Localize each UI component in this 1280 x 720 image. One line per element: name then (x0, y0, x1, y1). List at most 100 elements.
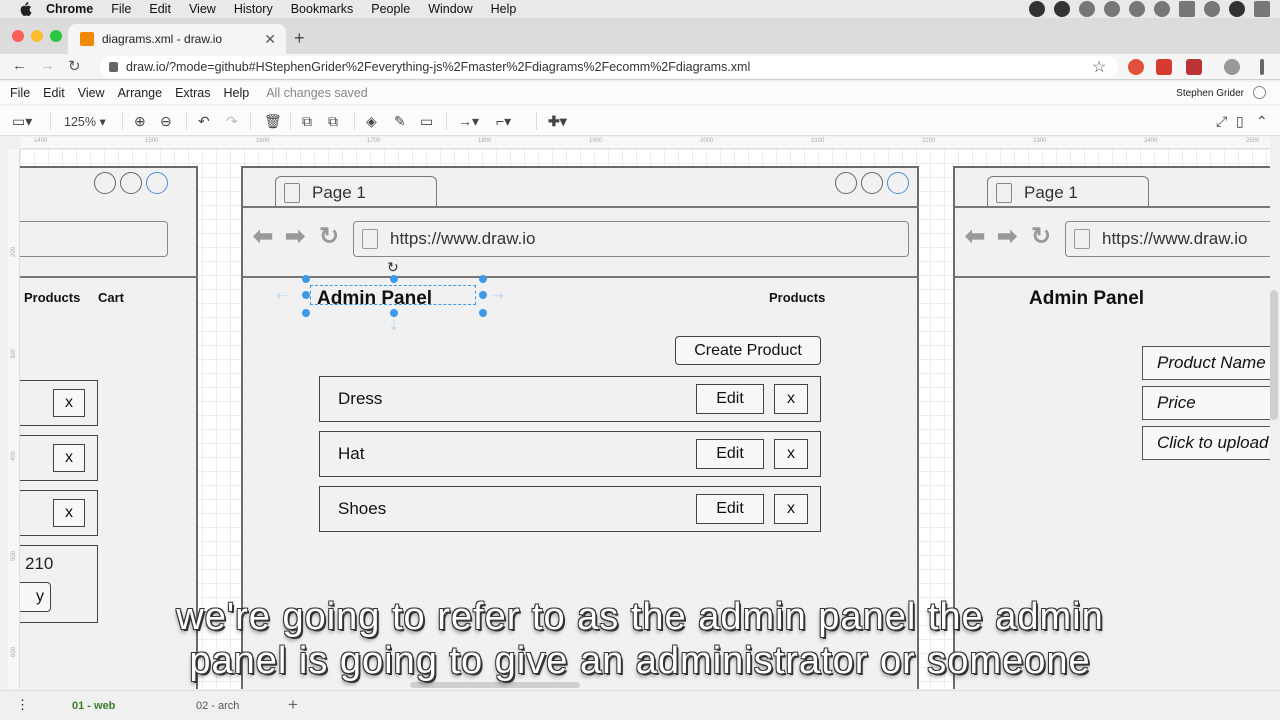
panel-icon[interactable]: ▯ (1236, 113, 1244, 130)
to-front-icon[interactable]: ⧉ (302, 113, 312, 130)
drawio-menu-file[interactable]: File (10, 86, 30, 100)
resize-handle[interactable] (479, 309, 487, 317)
page-tab-web[interactable]: 01 - web (72, 700, 115, 712)
page-tab-arch[interactable]: 02 - arch (196, 700, 239, 712)
drawio-menu-arrange[interactable]: Arrange (118, 86, 162, 100)
vertical-scrollbar[interactable] (1270, 290, 1278, 420)
forward-icon[interactable]: → (40, 57, 55, 74)
tray-app-icon[interactable] (1029, 1, 1045, 17)
line-color-icon[interactable]: ✎ (394, 113, 406, 130)
menu-file[interactable]: File (111, 2, 131, 16)
resize-handle[interactable] (390, 275, 398, 283)
zoom-select[interactable]: 125% ▾ (64, 114, 106, 129)
price-field[interactable]: Price (1142, 386, 1270, 420)
divider-line (955, 276, 1270, 278)
admin-panel-heading: Admin Panel (1029, 288, 1145, 309)
divider-line (243, 276, 919, 278)
extension-2-icon[interactable] (1156, 59, 1172, 75)
extension-3-icon[interactable] (1186, 59, 1202, 75)
edit-button[interactable]: Edit (696, 384, 764, 414)
resize-handle[interactable] (302, 291, 310, 299)
profile-avatar-icon[interactable] (1224, 59, 1240, 75)
edit-button[interactable]: Edit (696, 494, 764, 524)
window-controls (94, 172, 168, 194)
menu-people[interactable]: People (371, 2, 410, 16)
ruler-tick: 1600 (256, 138, 270, 144)
remove-button[interactable]: x (53, 389, 85, 417)
back-icon[interactable]: ← (12, 57, 27, 74)
user-name[interactable]: Stephen Grider (1176, 88, 1244, 99)
window-maximize-icon[interactable] (50, 30, 62, 42)
create-product-button[interactable]: Create Product (675, 336, 821, 365)
fill-color-icon[interactable]: ◈ (366, 113, 377, 130)
delete-button[interactable]: x (774, 439, 808, 469)
wifi-icon[interactable] (1154, 1, 1170, 17)
apple-icon[interactable] (18, 2, 32, 16)
ruler-tick: 1400 (34, 138, 48, 144)
connection-icon[interactable]: →▾ (458, 113, 479, 130)
drawio-menu-edit[interactable]: Edit (43, 86, 65, 100)
language-globe-icon[interactable] (1253, 86, 1266, 99)
siri-icon[interactable] (1229, 1, 1245, 17)
menu-help[interactable]: Help (491, 2, 517, 16)
tray-glasses-icon[interactable] (1104, 1, 1120, 17)
tab-close-icon[interactable]: ✕ (264, 31, 276, 48)
drawio-toolbar: ▭▾ 125% ▾ ⊕ ⊖ ↶ ↷ 🗑 ⧉ ⧉ ◈ ✎ ▭ →▾ ⌐▾ ✚▾ ⤢… (0, 106, 1280, 136)
undo-icon[interactable]: ↶ (198, 113, 210, 130)
tray-cloud-icon[interactable] (1129, 1, 1145, 17)
remove-button[interactable]: x (53, 499, 85, 527)
resize-handle[interactable] (479, 291, 487, 299)
window-close-icon[interactable] (12, 30, 24, 42)
add-page-icon[interactable]: + (288, 695, 298, 715)
delete-button[interactable]: x (774, 384, 808, 414)
rotate-handle-icon[interactable]: ↻ (387, 259, 399, 276)
resize-handle[interactable] (302, 309, 310, 317)
fullscreen-icon[interactable]: ⤢ (1216, 113, 1227, 130)
spotlight-search-icon[interactable] (1204, 1, 1220, 17)
menu-view[interactable]: View (189, 2, 216, 16)
format-panel-icon[interactable]: ▭▾ (12, 113, 32, 130)
waypoints-icon[interactable]: ⌐▾ (496, 113, 511, 130)
extension-1-icon[interactable] (1128, 59, 1144, 75)
drawio-menu-view[interactable]: View (78, 86, 105, 100)
resize-handle[interactable] (479, 275, 487, 283)
new-tab-icon[interactable]: + (294, 28, 305, 49)
menu-app-name[interactable]: Chrome (46, 2, 93, 16)
bookmark-star-icon[interactable]: ☆ (1092, 57, 1106, 77)
resize-handle[interactable] (302, 275, 310, 283)
reload-icon[interactable]: ↻ (68, 57, 81, 75)
delete-icon[interactable]: 🗑 (264, 113, 282, 130)
connect-right-arrow-icon[interactable]: ⇢ (492, 287, 504, 304)
menu-edit[interactable]: Edit (149, 2, 171, 16)
browser-tab[interactable]: diagrams.xml - draw.io ✕ (68, 24, 286, 54)
zoom-out-icon[interactable]: ⊖ (160, 113, 172, 130)
connect-down-arrow-icon[interactable]: ⇣ (388, 317, 400, 334)
page-tab-bar: ⋮ 01 - web 02 - arch + (0, 690, 1280, 720)
drawio-menu-help[interactable]: Help (224, 86, 250, 100)
tray-elephant-icon[interactable] (1079, 1, 1095, 17)
notification-center-icon[interactable] (1254, 1, 1270, 17)
delete-button[interactable]: x (774, 494, 808, 524)
battery-icon[interactable] (1179, 1, 1195, 17)
product-name-field[interactable]: Product Name (1142, 346, 1270, 380)
zoom-in-icon[interactable]: ⊕ (134, 113, 146, 130)
pages-menu-icon[interactable]: ⋮ (16, 697, 29, 713)
upload-field[interactable]: Click to upload (1142, 426, 1270, 460)
tray-evernote-icon[interactable] (1054, 1, 1070, 17)
remove-button[interactable]: x (53, 444, 85, 472)
collapse-icon[interactable]: ⌃ (1256, 113, 1268, 130)
menu-history[interactable]: History (234, 2, 273, 16)
insert-icon[interactable]: ✚▾ (548, 113, 567, 130)
shadow-icon[interactable]: ▭ (420, 113, 433, 130)
url-input[interactable]: draw.io/?mode=github#HStephenGrider%2Fev… (100, 56, 1118, 78)
resize-handle[interactable] (390, 309, 398, 317)
edit-button[interactable]: Edit (696, 439, 764, 469)
menu-bookmarks[interactable]: Bookmarks (291, 2, 354, 16)
menu-window[interactable]: Window (428, 2, 472, 16)
window-minimize-icon[interactable] (31, 30, 43, 42)
connect-left-arrow-icon[interactable]: ⇠ (276, 287, 288, 304)
chrome-menu-icon[interactable] (1260, 59, 1264, 75)
redo-icon[interactable]: ↷ (226, 113, 238, 130)
drawio-menu-extras[interactable]: Extras (175, 86, 210, 100)
to-back-icon[interactable]: ⧉ (328, 113, 338, 130)
